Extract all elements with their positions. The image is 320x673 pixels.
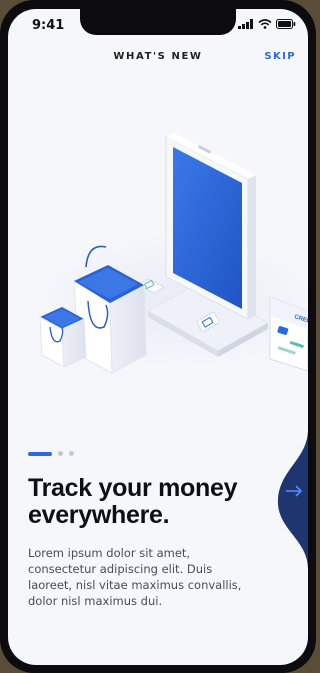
status-time: 9:41: [32, 18, 65, 33]
page-dot-active[interactable]: [28, 451, 52, 456]
illustration: CREDIT: [28, 133, 308, 374]
signal-icon: [238, 19, 253, 29]
skip-button[interactable]: SKIP: [264, 51, 296, 62]
notch: [80, 9, 236, 35]
description: Lorem ipsum dolor sit amet, consectetur …: [28, 546, 242, 608]
page-dot[interactable]: [69, 451, 74, 456]
arrow-right-icon[interactable]: [282, 481, 306, 501]
battery-icon: [276, 19, 296, 29]
onboarding-screen: 9:41 WHAT'S NEW SKIP CREDIT Track your m…: [8, 9, 308, 665]
status-icons: [238, 19, 296, 29]
page-indicator: [28, 451, 74, 456]
page-dot[interactable]: [58, 451, 63, 456]
page-title: WHAT'S NEW: [113, 51, 203, 62]
wifi-icon: [258, 19, 272, 29]
phone-frame: 9:41 WHAT'S NEW SKIP CREDIT Track your m…: [0, 0, 316, 673]
headline: Track your money everywhere.: [28, 474, 238, 529]
